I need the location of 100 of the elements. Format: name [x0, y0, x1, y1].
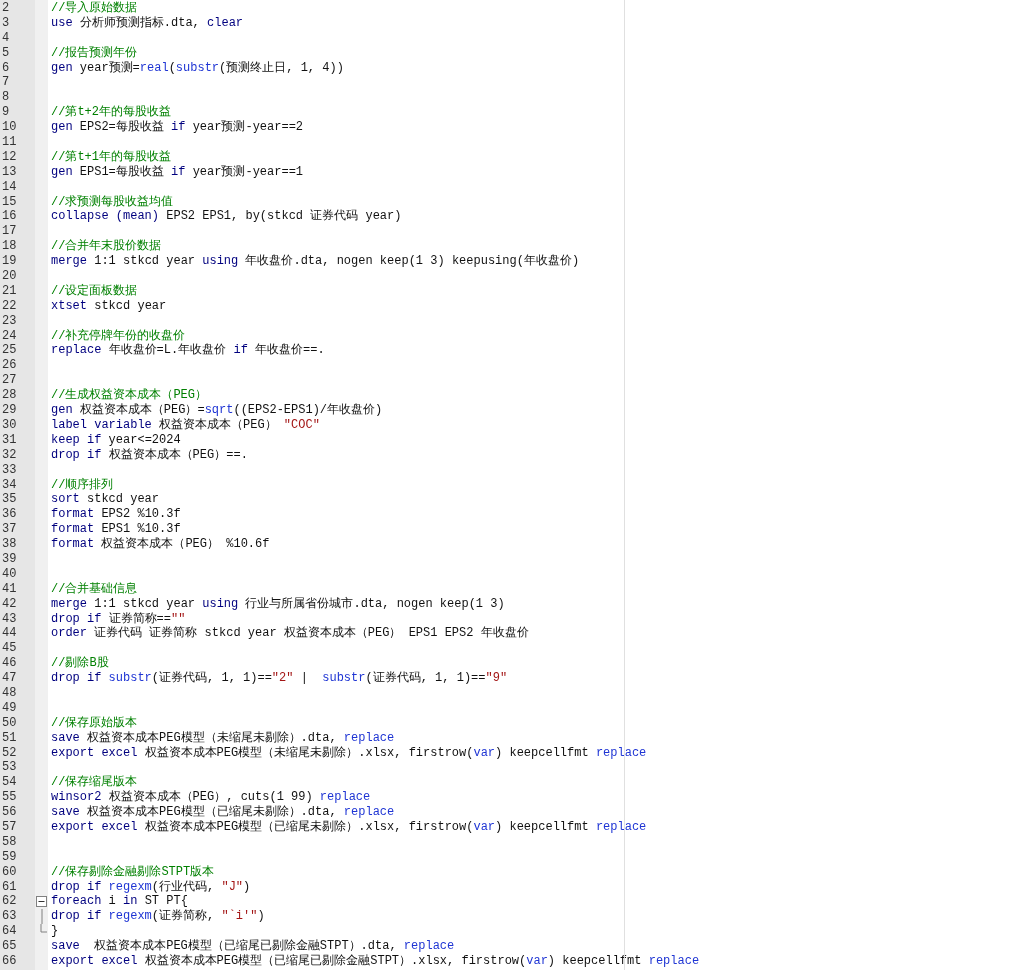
- line-number: 20: [2, 269, 17, 284]
- code-line: drop if 证券简称=="": [51, 611, 186, 626]
- code-line: gen EPS2=每股收益 if year预测-year==2: [51, 120, 304, 136]
- line-number: 16: [2, 209, 17, 225]
- line-number: 56: [2, 805, 17, 820]
- code-line: drop if 权益资本成本（PEG）==.: [51, 447, 248, 463]
- code-line: //剔除B股: [51, 656, 109, 672]
- code-line: //求预测每股收益均值: [51, 194, 174, 210]
- line-number: 40: [2, 566, 17, 582]
- code-line: //保存原始版本: [51, 715, 138, 731]
- code-line: sort stkcd year: [51, 492, 160, 508]
- code-line: gen EPS1=每股收益 if year预测-year==1: [51, 164, 304, 180]
- code-line: collapse (mean) EPS2 EPS1, by(stkcd 证券代码 year): [51, 209, 402, 225]
- line-number: 30: [2, 417, 17, 433]
- line-number: 48: [2, 685, 17, 701]
- line-number: 33: [2, 462, 17, 478]
- line-number: 9: [2, 105, 10, 121]
- code-line: //补充停牌年份的收盘价: [51, 328, 186, 343]
- line-number: 34: [2, 477, 17, 493]
- line-number: 2: [2, 1, 10, 16]
- line-number: 59: [2, 849, 17, 865]
- line-number: 12: [2, 149, 17, 165]
- code-line: save 权益资本成本PEG模型（未缩尾未剔除）.dta, replace: [51, 730, 395, 746]
- line-number: 38: [2, 537, 17, 552]
- code-line: export excel 权益资本成本PEG模型（未缩尾未剔除）.xlsx, firstrow(var) keepcellfmt replace: [51, 745, 647, 761]
- code-line: drop if substr(证券代码, 1, 1)=="2" | substr(证券代码, 1, 1)=="9": [51, 671, 508, 686]
- code-line: label variable 权益资本成本（PEG） "COC": [51, 417, 320, 433]
- line-number: 11: [2, 135, 17, 150]
- line-number: 27: [2, 373, 17, 389]
- code-line: keep if year<=2024: [51, 432, 181, 448]
- code-line: gen year预测=real(substr(预测终止日, 1, 4)): [51, 60, 344, 76]
- line-number: 36: [2, 507, 17, 523]
- line-number: 54: [2, 775, 17, 791]
- code-line: //第t+2年的每股收益: [51, 105, 171, 120]
- line-number: 47: [2, 671, 17, 686]
- code-line: use 分析师预测指标.dta, clear: [51, 15, 244, 31]
- line-number: 13: [2, 164, 17, 180]
- code-line: format 权益资本成本（PEG） %10.6f: [51, 537, 270, 552]
- line-number: 63: [2, 909, 17, 925]
- code-line: replace 年收盘价=L.年收盘价 if 年收盘价==.: [51, 343, 325, 359]
- line-number: 28: [2, 388, 17, 404]
- code-line: export excel 权益资本成本PEG模型（已缩尾已剔除金融STPT）.xlsx, firstrow(var) keepcellfmt replace: [51, 954, 700, 969]
- code-line: //保存剔除金融剔除STPT版本: [51, 864, 215, 880]
- line-number: 46: [2, 656, 17, 672]
- line-number: 15: [2, 194, 17, 210]
- fold-end-icon: [40, 924, 47, 934]
- line-number: 10: [2, 120, 17, 136]
- code-line: //保存缩尾版本: [51, 775, 138, 790]
- line-number: 25: [2, 343, 17, 359]
- code-line: //设定面板数据: [51, 283, 138, 299]
- collapse-toggle-icon[interactable]: [36, 896, 47, 908]
- code-line: order 证券代码 证券简称 stkcd year 权益资本成本（PEG） EPS1 EPS2 年收盘价: [51, 626, 529, 642]
- line-number: 50: [2, 715, 17, 731]
- code-line: drop if regexm(证券简称, "`i'"): [51, 909, 265, 925]
- line-number: 23: [2, 313, 17, 329]
- line-number: 49: [2, 700, 17, 716]
- code-line: //顺序排列: [51, 477, 114, 493]
- code-line: //生成权益资本成本（PEG）: [51, 388, 207, 403]
- line-number: 5: [2, 45, 10, 61]
- code-line: format EPS1 %10.3f: [51, 522, 181, 537]
- fold-guide-line: [40, 909, 43, 925]
- line-number: 19: [2, 254, 17, 270]
- line-number: 37: [2, 522, 17, 538]
- code-line: export excel 权益资本成本PEG模型（已缩尾未剔除）.xlsx, firstrow(var) keepcellfmt replace: [51, 820, 647, 835]
- line-number: 64: [2, 924, 17, 940]
- line-number: 53: [2, 760, 17, 776]
- line-number: 41: [2, 581, 17, 597]
- line-number: 51: [2, 730, 17, 746]
- line-number: 44: [2, 626, 17, 642]
- line-number: 7: [2, 75, 10, 91]
- line-number: 31: [2, 432, 17, 448]
- line-number: 6: [2, 60, 10, 76]
- line-number: 14: [2, 179, 17, 195]
- line-number: 61: [2, 879, 17, 895]
- code-line: foreach i in ST PT{: [51, 894, 188, 909]
- line-number: 32: [2, 447, 17, 463]
- line-number: 24: [2, 328, 17, 344]
- code-line: drop if regexm(行业代码, "J"): [51, 879, 251, 895]
- line-number: 18: [2, 239, 17, 255]
- line-number: 62: [2, 894, 17, 910]
- code-line: merge 1:1 stkcd year using 行业与所属省份城市.dta, nogen keep(1 3): [51, 596, 505, 612]
- code-line: //合并基础信息: [51, 581, 138, 597]
- line-number: 60: [2, 864, 17, 880]
- line-number: 26: [2, 358, 17, 374]
- line-number: 39: [2, 551, 17, 567]
- line-number: 22: [2, 298, 17, 314]
- line-number: 21: [2, 283, 17, 299]
- code-line: format EPS2 %10.3f: [51, 507, 181, 523]
- code-line: xtset stkcd year: [51, 298, 167, 314]
- line-number: 4: [2, 30, 10, 46]
- line-number: 42: [2, 596, 17, 612]
- code-line: save 权益资本成本PEG模型（已缩尾未剔除）.dta, replace: [51, 805, 395, 820]
- code-line: }: [51, 924, 59, 940]
- code-line: merge 1:1 stkcd year using 年收盘价.dta, nogen keep(1 3) keepusing(年收盘价): [51, 254, 580, 270]
- line-number: 43: [2, 611, 17, 627]
- line-number: 8: [2, 90, 10, 106]
- line-number: 52: [2, 745, 17, 761]
- code-line: //合并年末股价数据: [51, 239, 162, 255]
- line-number: 65: [2, 939, 17, 954]
- line-number: 29: [2, 403, 17, 418]
